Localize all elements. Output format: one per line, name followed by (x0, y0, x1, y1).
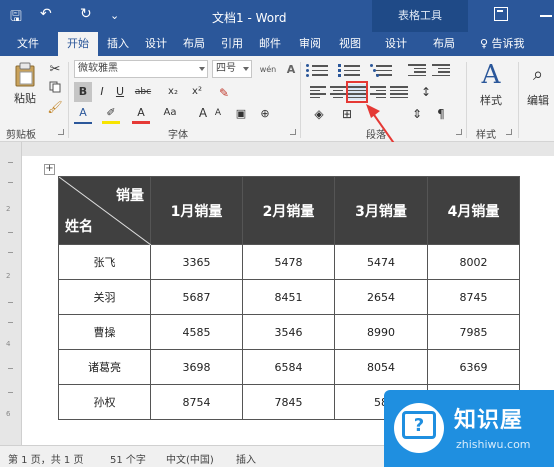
column-header[interactable]: 3月销量 (334, 176, 428, 245)
table-cell[interactable]: 8054 (334, 349, 428, 385)
column-header[interactable]: 4月销量 (427, 176, 520, 245)
table-cell[interactable]: 8002 (427, 244, 520, 280)
site-brand-name: 知识屋 (454, 408, 524, 433)
vertical-ruler: 2 2 4 6 (0, 142, 22, 445)
diagonal-header-cell[interactable]: 销量 姓名 (58, 176, 151, 245)
site-watermark-badge: ? 知识屋 zhishiwu.com (384, 390, 554, 467)
table-cell[interactable]: 6584 (242, 349, 335, 385)
table-row: 诸葛亮 3698 6584 8054 6369 (58, 349, 520, 385)
header-bottom-label: 姓名 (65, 219, 93, 235)
table-cell[interactable]: 3546 (242, 314, 335, 350)
site-logo-icon: ? (394, 403, 444, 453)
column-header[interactable]: 1月销量 (150, 176, 243, 245)
page-count-status[interactable]: 第 1 页，共 1 页 (8, 451, 83, 466)
table-cell[interactable]: 6369 (427, 349, 520, 385)
insert-mode-status[interactable]: 插入 (236, 451, 256, 466)
table-cell[interactable]: 8990 (334, 314, 428, 350)
table-cell[interactable]: 4585 (150, 314, 243, 350)
name-cell[interactable]: 孙权 (58, 384, 151, 420)
table-cell[interactable]: 5478 (242, 244, 335, 280)
table-cell[interactable]: 8451 (242, 279, 335, 315)
table-move-handle[interactable]: + (44, 164, 55, 175)
table-cell[interactable]: 8745 (427, 279, 520, 315)
table-cell[interactable]: 5687 (150, 279, 243, 315)
name-cell[interactable]: 关羽 (58, 279, 151, 315)
table-cell[interactable]: 2654 (334, 279, 428, 315)
table-header-row: 销量 姓名 1月销量 2月销量 3月销量 4月销量 (58, 176, 520, 245)
header-top-label: 销量 (116, 188, 144, 204)
table-cell[interactable]: 7845 (242, 384, 335, 420)
table-cell[interactable]: 3365 (150, 244, 243, 280)
site-domain: zhishiwu.com (456, 438, 531, 451)
horizontal-ruler (0, 142, 554, 156)
column-header[interactable]: 2月销量 (242, 176, 335, 245)
table-row: 曹操 4585 3546 8990 7985 (58, 314, 520, 350)
table-row: 张飞 3365 5478 5474 8002 (58, 244, 520, 280)
name-cell[interactable]: 张飞 (58, 244, 151, 280)
table-cell[interactable]: 8754 (150, 384, 243, 420)
table-row: 关羽 5687 8451 2654 8745 (58, 279, 520, 315)
table-cell[interactable]: 5474 (334, 244, 428, 280)
name-cell[interactable]: 曹操 (58, 314, 151, 350)
name-cell[interactable]: 诸葛亮 (58, 349, 151, 385)
language-status[interactable]: 中文(中国) (166, 451, 214, 466)
sales-table: 销量 姓名 1月销量 2月销量 3月销量 4月销量 张飞 3365 5478 5… (58, 176, 520, 420)
table-cell[interactable]: 3698 (150, 349, 243, 385)
table-cell[interactable]: 7985 (427, 314, 520, 350)
word-count-status[interactable]: 51 个字 (110, 451, 146, 466)
